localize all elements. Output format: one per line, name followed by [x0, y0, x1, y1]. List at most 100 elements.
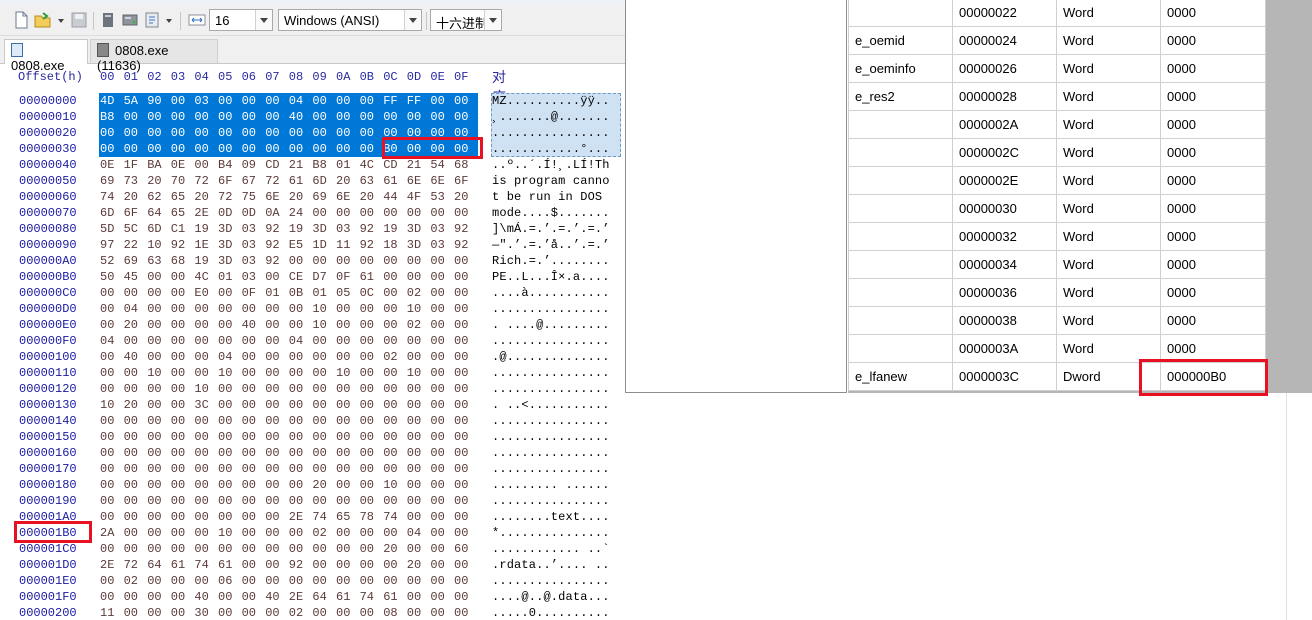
hex-byte[interactable]: 00 — [289, 542, 307, 556]
hex-byte[interactable]: 00 — [171, 542, 189, 556]
hex-byte[interactable]: CD — [383, 158, 401, 172]
table-row[interactable]: 00000034 Word 0000 — [848, 251, 1266, 279]
hex-byte[interactable]: 00 — [124, 142, 142, 156]
hex-byte[interactable]: 00 — [265, 110, 283, 124]
hex-byte[interactable]: 00 — [265, 574, 283, 588]
hex-byte[interactable]: 24 — [289, 206, 307, 220]
hex-byte[interactable]: 00 — [360, 430, 378, 444]
hex-byte[interactable]: 20 — [312, 478, 330, 492]
hex-byte[interactable]: E0 — [194, 286, 212, 300]
row-text[interactable]: ¸.......@....... — [492, 110, 610, 124]
hex-byte[interactable]: 00 — [454, 334, 472, 348]
hex-byte[interactable]: 00 — [336, 542, 354, 556]
hex-byte[interactable]: 00 — [312, 94, 330, 108]
hex-byte[interactable]: 00 — [147, 446, 165, 460]
hex-byte[interactable]: 00 — [124, 430, 142, 444]
hex-byte[interactable]: 00 — [312, 366, 330, 380]
hex-byte[interactable]: 1D — [312, 238, 330, 252]
hex-byte[interactable]: 00 — [242, 510, 260, 524]
hex-byte[interactable]: 00 — [430, 334, 448, 348]
hex-byte[interactable]: 69 — [100, 174, 118, 188]
hex-byte[interactable]: 74 — [360, 590, 378, 604]
hex-byte[interactable]: 00 — [218, 414, 236, 428]
hex-byte[interactable]: 19 — [194, 254, 212, 268]
hex-byte[interactable]: 68 — [454, 158, 472, 172]
hex-byte[interactable]: 4C — [194, 270, 212, 284]
hex-byte[interactable]: 6F — [218, 174, 236, 188]
hex-byte[interactable]: 00 — [289, 462, 307, 476]
hex-byte[interactable]: 0F — [242, 286, 260, 300]
hex-byte[interactable]: 61 — [360, 270, 378, 284]
hex-byte[interactable]: 10 — [407, 302, 425, 316]
hex-byte[interactable]: 00 — [289, 446, 307, 460]
hex-byte[interactable]: 00 — [430, 206, 448, 220]
hex-byte[interactable]: 61 — [336, 590, 354, 604]
hex-byte[interactable]: 00 — [383, 318, 401, 332]
hex-byte[interactable]: 00 — [265, 462, 283, 476]
hex-byte[interactable]: 02 — [407, 286, 425, 300]
hex-byte[interactable]: 00 — [407, 590, 425, 604]
hex-byte[interactable]: 00 — [242, 126, 260, 140]
hex-byte[interactable]: 00 — [242, 542, 260, 556]
hex-byte[interactable]: 20 — [454, 190, 472, 204]
table-row[interactable]: 00000022 Word 0000 — [848, 0, 1266, 27]
hex-byte[interactable]: 00 — [430, 526, 448, 540]
hex-byte[interactable]: 00 — [171, 94, 189, 108]
hex-byte[interactable]: 00 — [147, 526, 165, 540]
hex-byte[interactable]: 74 — [312, 510, 330, 524]
hex-byte[interactable]: 92 — [360, 222, 378, 236]
hex-byte[interactable]: CD — [265, 158, 283, 172]
hex-byte[interactable]: 00 — [336, 334, 354, 348]
hex-byte[interactable]: 00 — [194, 526, 212, 540]
disk-icon[interactable] — [121, 11, 139, 29]
row-text[interactable]: ................ — [492, 462, 610, 476]
hex-byte[interactable]: 00 — [218, 110, 236, 124]
hex-byte[interactable]: 00 — [100, 302, 118, 316]
hex-byte[interactable]: 00 — [454, 606, 472, 620]
hex-byte[interactable]: 00 — [407, 574, 425, 588]
hex-byte[interactable]: 00 — [407, 334, 425, 348]
hex-byte[interactable]: 00 — [383, 494, 401, 508]
hex-byte[interactable]: 00 — [289, 126, 307, 140]
hex-byte[interactable]: 00 — [454, 110, 472, 124]
hex-byte[interactable]: 00 — [194, 334, 212, 348]
hex-byte[interactable]: 02 — [407, 318, 425, 332]
hex-byte[interactable]: 00 — [100, 590, 118, 604]
hex-byte[interactable]: 00 — [242, 574, 260, 588]
table-row[interactable]: 00000036 Word 0000 — [848, 279, 1266, 307]
hex-byte[interactable]: 00 — [265, 94, 283, 108]
hex-byte[interactable]: 00 — [289, 302, 307, 316]
table-row[interactable]: e_oeminfo 00000026 Word 0000 — [848, 55, 1266, 83]
hex-byte[interactable]: 00 — [430, 542, 448, 556]
hex-byte[interactable]: 00 — [171, 494, 189, 508]
hex-byte[interactable]: 00 — [147, 110, 165, 124]
hex-byte[interactable]: 10 — [383, 478, 401, 492]
hex-byte[interactable]: 00 — [336, 94, 354, 108]
hex-byte[interactable]: 2E — [100, 558, 118, 572]
hex-byte[interactable]: 00 — [430, 318, 448, 332]
hex-byte[interactable]: 00 — [218, 398, 236, 412]
hex-byte[interactable]: 00 — [454, 430, 472, 444]
hex-byte[interactable]: 00 — [242, 446, 260, 460]
hex-byte[interactable]: 0E — [171, 158, 189, 172]
hex-byte[interactable]: 00 — [407, 110, 425, 124]
hex-byte[interactable]: 10 — [312, 302, 330, 316]
hex-byte[interactable]: 03 — [242, 270, 260, 284]
hex-byte[interactable]: 2E — [289, 590, 307, 604]
hex-byte[interactable]: 00 — [265, 606, 283, 620]
hex-byte[interactable]: 00 — [147, 478, 165, 492]
hex-byte[interactable]: 00 — [360, 494, 378, 508]
hex-byte[interactable]: 00 — [407, 510, 425, 524]
hex-byte[interactable]: 60 — [454, 542, 472, 556]
hex-byte[interactable]: 10 — [218, 366, 236, 380]
hex-byte[interactable]: 00 — [336, 446, 354, 460]
hex-byte[interactable]: 00 — [124, 494, 142, 508]
hex-byte[interactable]: 00 — [407, 398, 425, 412]
hex-byte[interactable]: 00 — [218, 590, 236, 604]
hex-byte[interactable]: 61 — [383, 174, 401, 188]
hex-byte[interactable]: 3D — [218, 254, 236, 268]
hex-byte[interactable]: 00 — [242, 462, 260, 476]
hex-byte[interactable]: 00 — [100, 126, 118, 140]
hex-byte[interactable]: 00 — [454, 366, 472, 380]
hex-byte[interactable]: 00 — [312, 350, 330, 364]
